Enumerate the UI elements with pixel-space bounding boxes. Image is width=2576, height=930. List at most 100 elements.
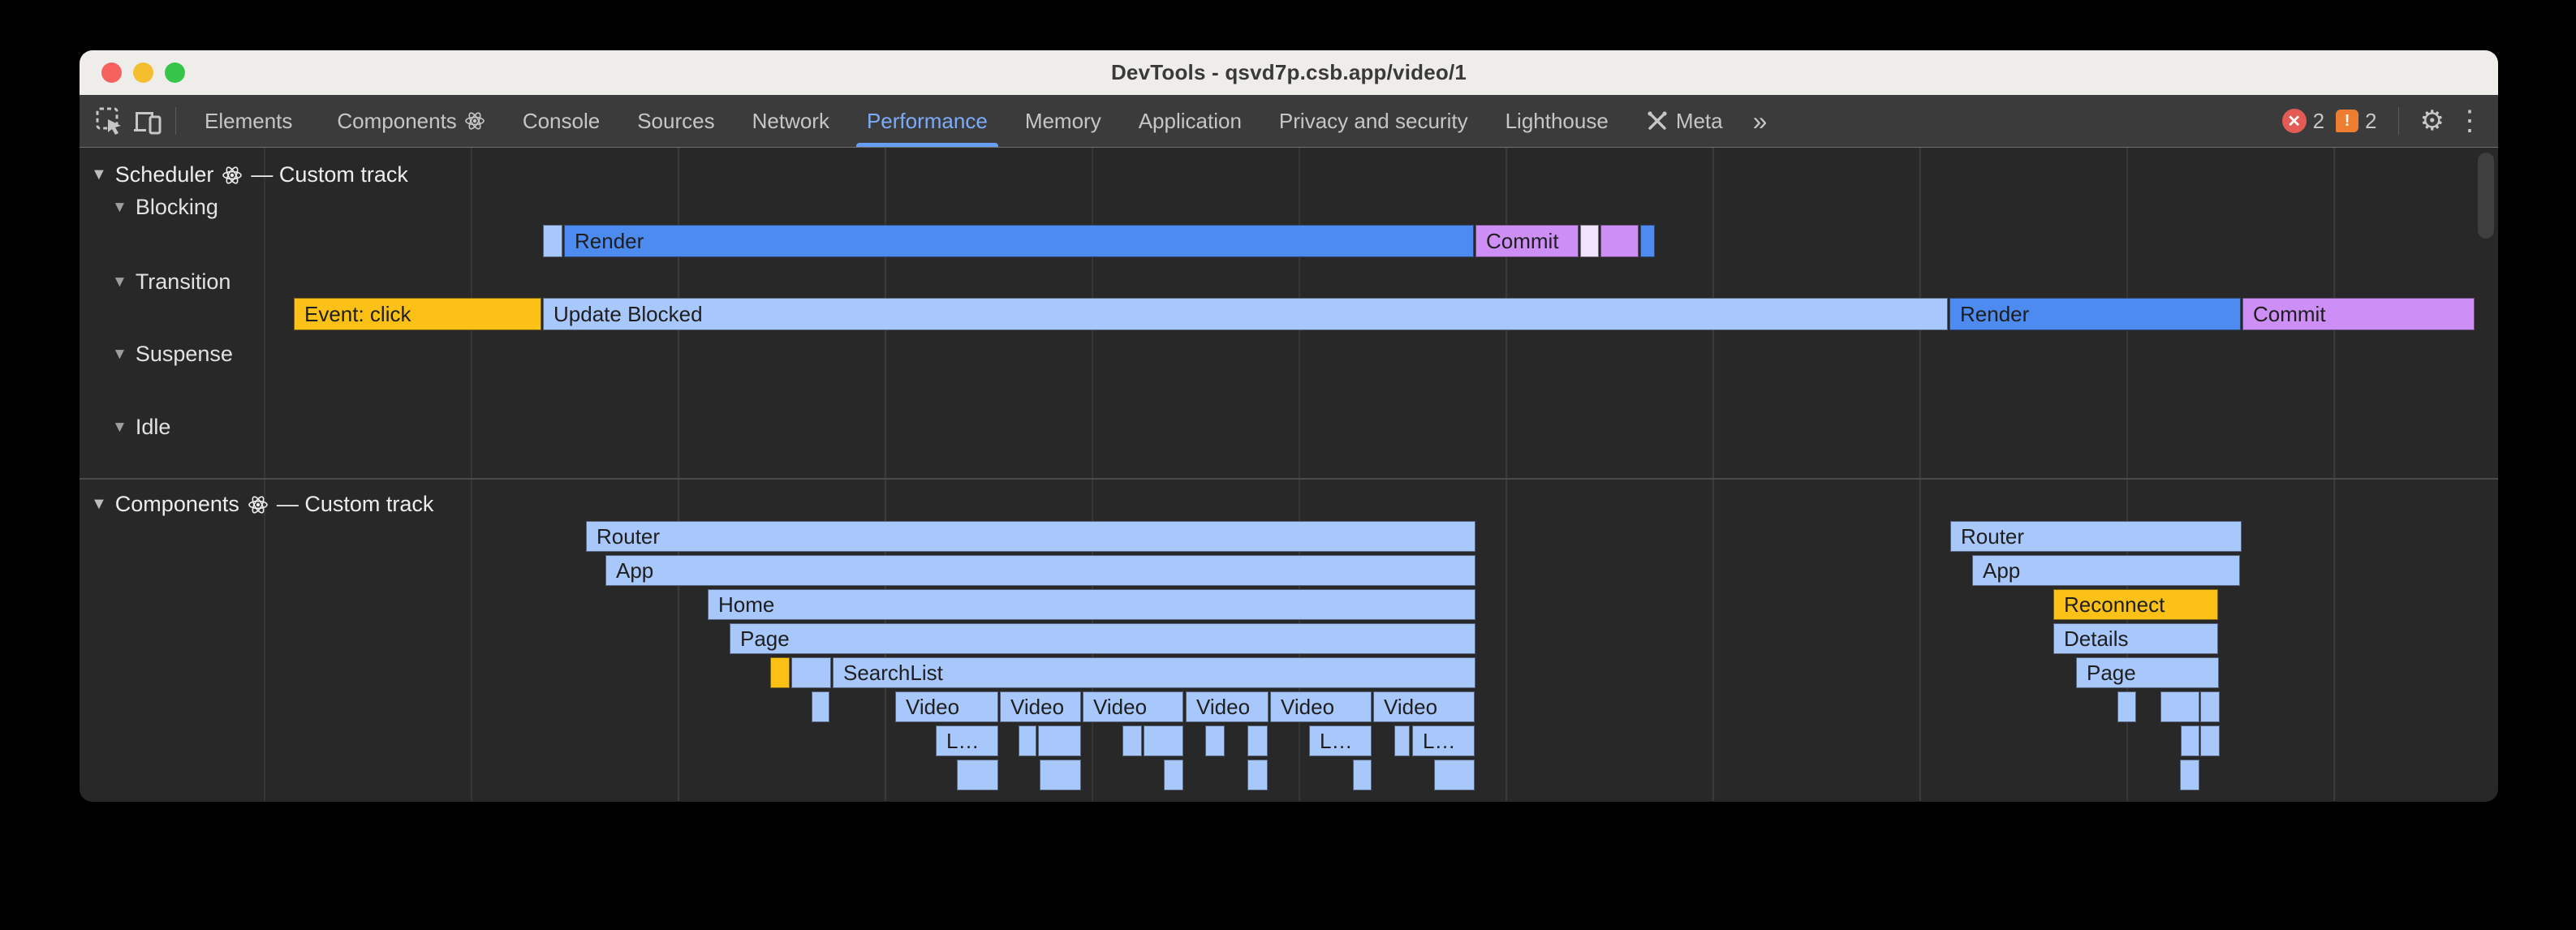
flame-bar-label: Video [896, 695, 959, 720]
flame-bar-app[interactable]: App [1972, 555, 2240, 586]
flame-bar[interactable] [1640, 225, 1655, 257]
flame-bar-render[interactable]: Render [564, 225, 1474, 257]
flame-bar-page[interactable]: Page [730, 623, 1475, 654]
collapse-triangle-icon[interactable]: ▼ [112, 419, 127, 437]
flame-bar[interactable] [1019, 725, 1036, 756]
collapse-triangle-icon[interactable]: ▼ [112, 273, 127, 291]
flame-bar-l[interactable]: L… [936, 725, 998, 756]
warning-icon: ! [2336, 110, 2358, 132]
flame-bar-app[interactable]: App [605, 555, 1475, 586]
collapse-triangle-icon[interactable]: ▼ [91, 166, 107, 184]
lane-transition[interactable]: ▼Transition [112, 269, 230, 295]
console-error-badge[interactable]: ✕ 2 [2282, 109, 2324, 134]
flame-bar-label: App [606, 558, 653, 583]
settings-gear-button[interactable]: ⚙ [2420, 107, 2445, 135]
tab-sources[interactable]: Sources [618, 95, 733, 147]
components-track-header[interactable]: ▼ Components — Custom track [91, 492, 433, 517]
flame-bar[interactable] [812, 691, 829, 722]
collapse-triangle-icon[interactable]: ▼ [91, 495, 107, 514]
track-divider [80, 478, 2498, 480]
flame-bar-router[interactable]: Router [1950, 521, 2242, 552]
flame-bar[interactable] [1164, 760, 1183, 790]
flame-bar[interactable] [1205, 725, 1225, 756]
tab-network[interactable]: Network [734, 95, 848, 147]
track-subtitle: — Custom track [277, 492, 434, 517]
flame-bar-render[interactable]: Render [1949, 298, 2241, 330]
flame-bar-l[interactable]: L… [1412, 725, 1475, 756]
tab-lighthouse[interactable]: Lighthouse [1487, 95, 1627, 147]
flame-bar[interactable] [1247, 725, 1268, 756]
flame-bar[interactable] [543, 225, 562, 257]
flame-bar-video[interactable]: Video [1373, 691, 1475, 722]
collapse-triangle-icon[interactable]: ▼ [112, 199, 127, 217]
lane-blocking[interactable]: ▼Blocking [112, 195, 218, 220]
tab-meta[interactable]: Meta [1627, 95, 1742, 147]
flame-bar-l[interactable]: L… [1309, 725, 1372, 756]
tab-label: Components [337, 109, 456, 134]
device-toolbar-button[interactable] [128, 102, 166, 140]
flame-bar[interactable] [1353, 760, 1372, 790]
flame-bar-reconnect[interactable]: Reconnect [2053, 589, 2218, 620]
scheduler-track-header[interactable]: ▼ Scheduler — Custom track [91, 162, 408, 187]
lane-suspense[interactable]: ▼Suspense [112, 342, 233, 367]
flame-bar-video[interactable]: Video [1083, 691, 1183, 722]
flame-bar[interactable] [2181, 725, 2199, 756]
flame-bar-video[interactable]: Video [1270, 691, 1372, 722]
flame-bar-commit[interactable]: Commit [1475, 225, 1579, 257]
error-icon: ✕ [2282, 109, 2307, 133]
close-window-button[interactable] [101, 62, 122, 83]
flame-bar-details[interactable]: Details [2053, 623, 2218, 654]
flame-bar[interactable] [2200, 691, 2220, 722]
minimize-window-button[interactable] [133, 62, 153, 83]
traffic-lights [101, 62, 185, 83]
lane-label: Idle [136, 415, 171, 440]
lane-idle[interactable]: ▼ Idle [112, 415, 170, 440]
flame-bar[interactable] [1122, 725, 1142, 756]
flame-bar[interactable] [2117, 691, 2136, 722]
flame-bar[interactable] [1247, 760, 1268, 790]
collapse-triangle-icon[interactable]: ▼ [112, 346, 127, 364]
flame-bar[interactable] [770, 657, 790, 688]
kebab-menu-button[interactable]: ⋮ [2456, 107, 2483, 135]
flame-bar[interactable] [2160, 691, 2199, 722]
tab-application[interactable]: Application [1120, 95, 1260, 147]
flame-bar-commit[interactable]: Commit [2242, 298, 2475, 330]
flame-bar[interactable] [1144, 725, 1183, 756]
zoom-window-button[interactable] [165, 62, 185, 83]
flame-bar-video[interactable]: Video [1186, 691, 1269, 722]
warning-count: 2 [2365, 109, 2376, 134]
flame-bar-label: Render [565, 229, 644, 254]
flame-bar-router[interactable]: Router [586, 521, 1475, 552]
flame-bar[interactable] [1434, 760, 1475, 790]
flame-bar-event-click[interactable]: Event: click [294, 298, 541, 330]
tab-privacy-and-security[interactable]: Privacy and security [1260, 95, 1487, 147]
console-warning-badge[interactable]: ! 2 [2336, 109, 2376, 134]
tab-label: Sources [637, 109, 714, 134]
tab-memory[interactable]: Memory [1006, 95, 1120, 147]
flame-bar[interactable] [1394, 725, 1410, 756]
vertical-scrollbar-thumb[interactable] [2478, 153, 2494, 239]
cursor-arrow-icon [108, 119, 121, 135]
tab-components[interactable]: Components [311, 95, 503, 147]
flame-bar[interactable] [1040, 760, 1081, 790]
flame-bar-page[interactable]: Page [2076, 657, 2219, 688]
tab-performance[interactable]: Performance [848, 95, 1006, 147]
flame-bar[interactable] [1038, 725, 1081, 756]
flame-bar-video[interactable]: Video [895, 691, 998, 722]
flame-bar[interactable] [1600, 225, 1639, 257]
error-count: 2 [2313, 109, 2324, 134]
tab-elements[interactable]: Elements [186, 95, 311, 147]
flame-bar[interactable] [2180, 760, 2199, 790]
flame-bar[interactable] [2200, 725, 2220, 756]
flame-bar-home[interactable]: Home [708, 589, 1475, 620]
more-tabs-button[interactable]: » [1742, 106, 1779, 136]
flame-bar-searchlist[interactable]: SearchList [833, 657, 1475, 688]
inspect-element-button[interactable] [91, 102, 128, 140]
flame-bar[interactable] [1580, 225, 1599, 257]
flame-bar[interactable] [791, 657, 831, 688]
tab-console[interactable]: Console [504, 95, 618, 147]
flame-bar[interactable] [957, 760, 998, 790]
devtools-window: DevTools - qsvd7p.csb.app/video/1 Elemen… [80, 50, 2498, 802]
flame-bar-video[interactable]: Video [1000, 691, 1081, 722]
flame-bar-update-blocked[interactable]: Update Blocked [543, 298, 1948, 330]
